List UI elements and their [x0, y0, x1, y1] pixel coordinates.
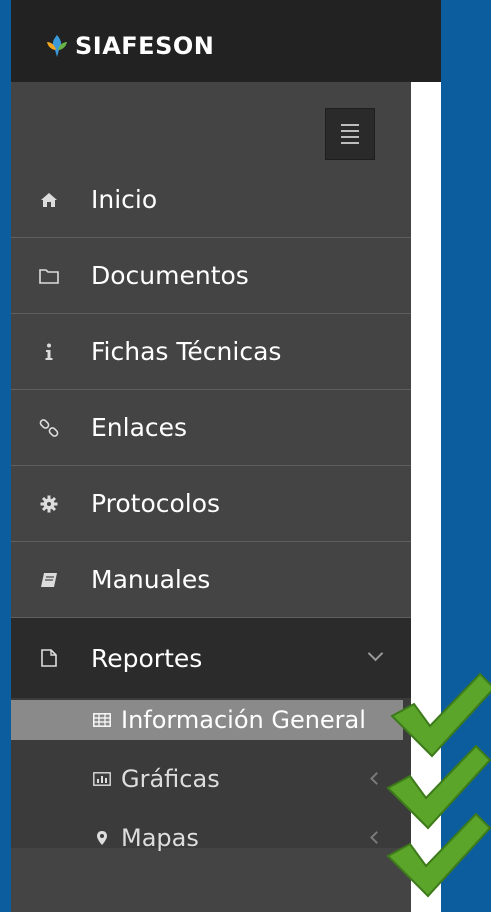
submenu-item-label: Mapas — [121, 824, 199, 852]
home-icon — [35, 192, 63, 208]
link-icon — [35, 418, 63, 438]
gear-icon — [35, 495, 63, 513]
sidebar-item-inicio[interactable]: Inicio — [11, 162, 411, 238]
reportes-submenu: Información General Gráficas Mapas — [11, 698, 411, 852]
table-icon — [91, 713, 113, 727]
sidebar-item-label: Fichas Técnicas — [91, 337, 282, 366]
brand-name: SIAFESON — [75, 32, 215, 60]
sidebar-item-label: Inicio — [91, 185, 158, 214]
submenu-item-label: Información General — [121, 706, 366, 734]
sidebar-item-reportes[interactable]: Reportes — [11, 618, 411, 698]
hamburger-line — [341, 124, 359, 126]
sidebar-item-manuales[interactable]: Manuales — [11, 542, 411, 618]
bar-chart-icon — [91, 772, 113, 786]
sidebar-item-enlaces[interactable]: Enlaces — [11, 390, 411, 466]
sidebar-item-protocolos[interactable]: Protocolos — [11, 466, 411, 542]
chevron-down-icon — [367, 645, 384, 662]
sidebar-item-label: Reportes — [91, 643, 203, 673]
sidebar-item-fichas-tecnicas[interactable]: Fichas Técnicas — [11, 314, 411, 390]
submenu-item-label: Gráficas — [121, 765, 220, 793]
hamburger-line — [341, 142, 359, 144]
submenu-item-graficas[interactable]: Gráficas — [11, 759, 403, 799]
book-icon — [35, 572, 63, 588]
hamburger-line — [341, 130, 359, 132]
sidebar-item-label: Enlaces — [91, 413, 188, 442]
top-bar: SIAFESON — [11, 0, 441, 82]
sidebar-item-label: Documentos — [91, 261, 249, 290]
sidebar-item-documentos[interactable]: Documentos — [11, 238, 411, 314]
folder-icon — [35, 268, 63, 284]
file-icon — [35, 649, 63, 667]
brand-mark-icon — [47, 35, 67, 57]
hamburger-line — [341, 136, 359, 138]
chevron-left-icon — [370, 772, 383, 785]
info-icon — [35, 343, 63, 361]
submenu-item-informacion-general[interactable]: Información General — [11, 700, 403, 740]
sidebar-item-label: Manuales — [91, 565, 211, 594]
brand-logo[interactable]: SIAFESON — [43, 26, 214, 66]
checkmark-icon — [386, 812, 491, 898]
chevron-left-icon — [370, 831, 383, 844]
map-marker-icon — [91, 830, 113, 846]
sidebar-menu: Inicio Documentos Fichas Técnicas Enlace… — [11, 162, 411, 852]
menu-toggle-button[interactable] — [325, 108, 375, 160]
submenu-item-mapas[interactable]: Mapas — [11, 818, 403, 858]
sidebar-item-label: Protocolos — [91, 489, 221, 518]
